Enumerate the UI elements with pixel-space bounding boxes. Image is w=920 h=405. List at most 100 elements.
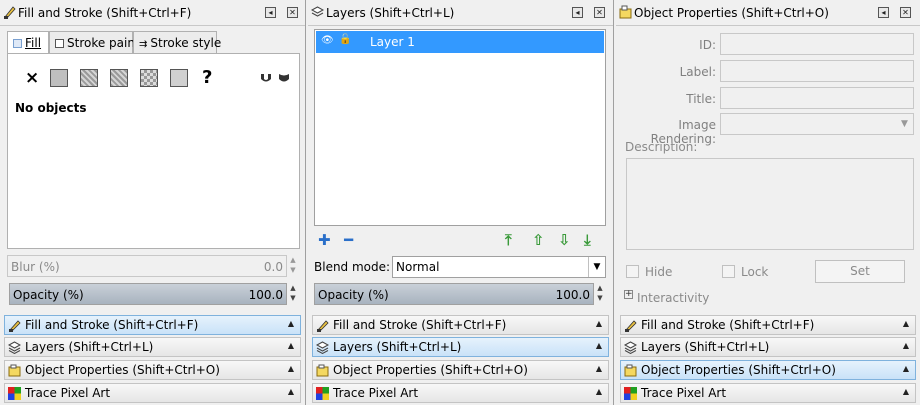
fill-stroke-icon (4, 6, 16, 19)
dock-item-label: Object Properties (Shift+Ctrl+O) (25, 363, 220, 377)
hide-label: Hide (645, 265, 673, 279)
iconify-button[interactable]: ◂ (265, 7, 276, 18)
collapse-up-icon: ▲ (595, 319, 602, 328)
object-properties-icon (8, 364, 21, 377)
opacity-stepper-icon[interactable]: ▲ ▼ (595, 283, 605, 305)
label-label: Label: (679, 65, 716, 79)
raise-to-top-icon[interactable]: ⤒ (505, 232, 512, 248)
stroke-style-tab-icon: ⇉ (139, 39, 148, 50)
close-icon[interactable]: ✕ (594, 7, 605, 18)
object-properties-panel: Object Properties (Shift+Ctrl+O) ◂ ✕ ID:… (616, 0, 920, 405)
fill-rule-evenodd-icon[interactable] (258, 68, 278, 88)
eye-icon[interactable]: 👁 (321, 35, 334, 46)
label-field[interactable] (720, 60, 914, 82)
tab-fill[interactable]: Fill (7, 31, 49, 54)
unset-paint-icon[interactable]: ? (202, 68, 222, 88)
layer-row[interactable]: 👁 🔓 Layer 1 (316, 31, 604, 53)
description-textarea[interactable] (626, 158, 914, 250)
collapse-up-icon: ▲ (287, 341, 294, 350)
tab-stroke-paint[interactable]: Stroke paint (49, 31, 140, 53)
swatch-icon[interactable] (170, 69, 188, 87)
pattern-icon[interactable] (140, 69, 158, 87)
layer-name: Layer 1 (370, 35, 415, 49)
fill-stroke-panel: Fill and Stroke (Shift+Ctrl+F) ◂ ✕ Fill … (0, 0, 306, 405)
blur-spinbox[interactable]: Blur (%) 0.0 (7, 255, 287, 277)
radial-gradient-icon[interactable] (110, 69, 128, 87)
dock-item-trace-pixel-art[interactable]: Trace Pixel Art ▲ (312, 383, 609, 403)
trace-pixel-art-icon (624, 387, 637, 400)
trace-pixel-art-icon (8, 387, 21, 400)
unlock-icon[interactable]: 🔓 (339, 34, 351, 45)
dock-item-fill-stroke[interactable]: Fill and Stroke (Shift+Ctrl+F) ▲ (620, 315, 916, 335)
dock-item-label: Fill and Stroke (Shift+Ctrl+F) (25, 318, 199, 332)
fill-tab-page: × ? No objects (7, 53, 300, 249)
remove-layer-icon[interactable]: ━ (344, 232, 353, 248)
object-properties-titlebar: Object Properties (Shift+Ctrl+O) ◂ ✕ (616, 0, 920, 26)
dock-item-layers[interactable]: Layers (Shift+Ctrl+L) ▲ (312, 337, 609, 357)
flat-color-icon[interactable] (50, 69, 68, 87)
fill-rule-nonzero-icon[interactable] (276, 68, 296, 88)
tab-stroke-style[interactable]: ⇉ Stroke style (133, 31, 221, 53)
blur-stepper-icon[interactable]: ▲ ▼ (288, 255, 298, 277)
lower-to-bottom-icon[interactable]: ⤓ (584, 232, 591, 248)
blur-value: 0.0 (263, 260, 283, 274)
iconify-button[interactable]: ◂ (878, 7, 889, 18)
hide-checkbox[interactable] (626, 265, 639, 278)
blend-mode-select[interactable]: Normal ▼ (392, 256, 606, 278)
collapse-up-icon: ▲ (287, 364, 294, 373)
blend-mode-value: Normal (396, 260, 440, 274)
dock-item-fill-stroke[interactable]: Fill and Stroke (Shift+Ctrl+F) ▲ (4, 315, 301, 335)
close-icon[interactable]: ✕ (287, 7, 298, 18)
set-button-label: Set (850, 264, 870, 278)
add-layer-icon[interactable]: ✚ (318, 232, 331, 248)
id-label: ID: (699, 38, 716, 52)
dock-item-label: Trace Pixel Art (333, 386, 419, 400)
lock-label: Lock (741, 265, 769, 279)
dock-item-object-properties[interactable]: Object Properties (Shift+Ctrl+O) ▲ (4, 360, 301, 380)
dock-item-trace-pixel-art[interactable]: Trace Pixel Art ▲ (4, 383, 301, 403)
dock-item-label: Layers (Shift+Ctrl+L) (641, 340, 770, 354)
no-paint-icon[interactable]: × (22, 68, 42, 88)
title-field[interactable] (720, 87, 914, 109)
chevron-down-icon: ▼ (588, 257, 605, 277)
fill-tab-icon (13, 39, 22, 48)
lower-layer-icon[interactable]: ⇩ (558, 232, 571, 248)
dock-item-label: Trace Pixel Art (25, 386, 111, 400)
linear-gradient-icon[interactable] (80, 69, 98, 87)
close-icon[interactable]: ✕ (900, 7, 911, 18)
dock-item-fill-stroke[interactable]: Fill and Stroke (Shift+Ctrl+F) ▲ (312, 315, 609, 335)
dock-item-layers[interactable]: Layers (Shift+Ctrl+L) ▲ (4, 337, 301, 357)
iconify-button[interactable]: ◂ (572, 7, 583, 18)
opacity-value: 100.0 (555, 288, 590, 302)
lock-checkbox[interactable] (722, 265, 735, 278)
opacity-spinbox[interactable]: Opacity (%) 100.0 (9, 283, 287, 305)
expander-plus-icon[interactable]: + (624, 290, 633, 299)
layers-title: Layers (Shift+Ctrl+L) (326, 6, 455, 20)
object-properties-title: Object Properties (Shift+Ctrl+O) (634, 6, 829, 20)
layers-icon (311, 6, 324, 17)
dock-item-layers[interactable]: Layers (Shift+Ctrl+L) ▲ (620, 337, 916, 357)
collapse-up-icon: ▲ (287, 387, 294, 396)
set-button[interactable]: Set (815, 260, 905, 283)
stroke-paint-tab-icon (55, 39, 64, 48)
layers-icon (316, 341, 329, 354)
dock-item-trace-pixel-art[interactable]: Trace Pixel Art ▲ (620, 383, 916, 403)
dock-item-object-properties[interactable]: Object Properties (Shift+Ctrl+O) ▲ (620, 360, 916, 380)
fill-stroke-icon (9, 320, 21, 332)
image-rendering-select[interactable]: ▼ (720, 113, 914, 135)
dock-item-object-properties[interactable]: Object Properties (Shift+Ctrl+O) ▲ (312, 360, 609, 380)
opacity-label: Opacity (%) (318, 288, 389, 302)
collapse-up-icon: ▲ (902, 341, 909, 350)
dock-item-label: Fill and Stroke (Shift+Ctrl+F) (641, 318, 815, 332)
opacity-value: 100.0 (248, 288, 283, 302)
description-label: Description: (625, 140, 698, 154)
layer-opacity-spinbox[interactable]: Opacity (%) 100.0 (314, 283, 594, 305)
interactivity-label[interactable]: Interactivity (637, 291, 709, 305)
object-properties-icon (619, 5, 632, 19)
raise-layer-icon[interactable]: ⇧ (532, 232, 545, 248)
layer-list[interactable]: 👁 🔓 Layer 1 (314, 29, 606, 226)
opacity-stepper-icon[interactable]: ▲ ▼ (288, 283, 298, 305)
tab-fill-label: Fill (25, 36, 42, 50)
id-field[interactable] (720, 33, 914, 55)
fill-stroke-titlebar: Fill and Stroke (Shift+Ctrl+F) ◂ ✕ (0, 0, 305, 26)
